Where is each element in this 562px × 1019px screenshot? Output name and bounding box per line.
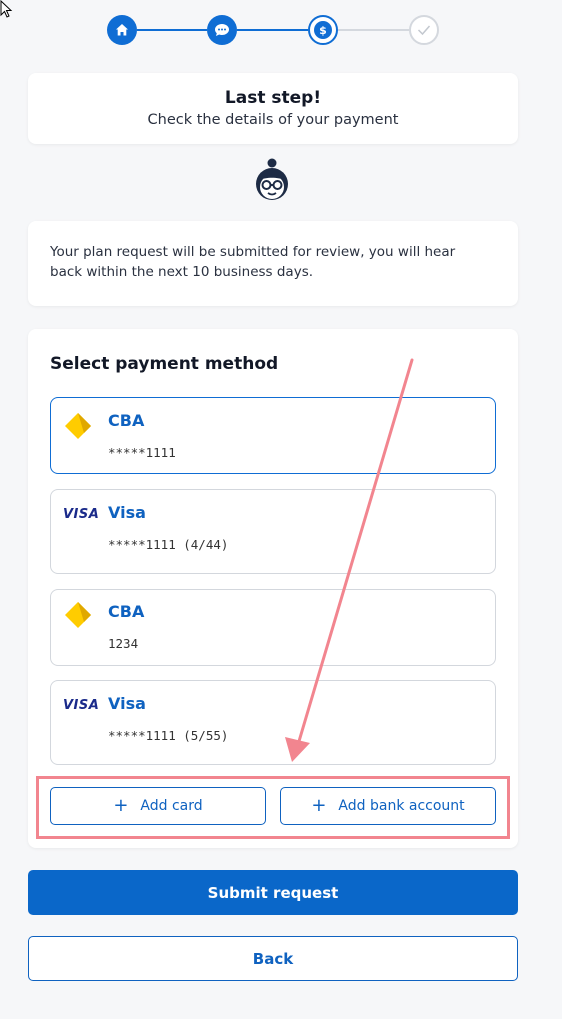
back-button[interactable]: Back xyxy=(28,936,518,981)
payment-method-number: 1234 xyxy=(108,636,139,651)
svg-text:$: $ xyxy=(319,24,327,36)
payment-method-card: Select payment method CBA *****1111 VISA… xyxy=(28,329,518,848)
payment-method-option[interactable]: CBA *****1111 xyxy=(50,397,496,474)
step-home[interactable] xyxy=(107,15,137,45)
payment-method-name: CBA xyxy=(108,411,145,430)
step-confirm xyxy=(409,15,439,45)
progress-stepper: $ xyxy=(107,15,439,47)
stepper-line xyxy=(338,29,409,31)
header-card: Last step! Check the details of your pay… xyxy=(28,73,518,144)
visa-logo-icon: VISA xyxy=(63,698,100,713)
assistant-avatar-icon xyxy=(256,158,288,200)
payment-method-number: *****1111 (5/55) xyxy=(108,728,229,743)
payment-method-name: Visa xyxy=(108,694,146,713)
home-icon xyxy=(116,24,128,36)
step-payment[interactable]: $ xyxy=(308,15,338,45)
payment-method-number: *****1111 xyxy=(108,445,176,460)
annotation-highlight-box xyxy=(36,776,510,839)
payment-method-name: Visa xyxy=(108,503,146,522)
mouse-cursor-icon xyxy=(0,0,13,18)
payment-section-title: Select payment method xyxy=(50,354,279,374)
chat-icon xyxy=(215,24,229,36)
submit-request-button[interactable]: Submit request xyxy=(28,870,518,915)
stepper-line xyxy=(237,29,308,31)
cba-logo-icon xyxy=(65,602,91,628)
review-notice-text: Your plan request will be submitted for … xyxy=(50,244,456,280)
payment-method-option[interactable]: VISA Visa *****1111 (5/55) xyxy=(50,680,496,765)
page-title: Last step! xyxy=(224,88,322,108)
visa-logo-icon: VISA xyxy=(63,507,100,522)
check-icon xyxy=(417,25,431,36)
payment-method-option[interactable]: CBA 1234 xyxy=(50,589,496,666)
payment-method-name: CBA xyxy=(108,602,145,621)
info-card: Your plan request will be submitted for … xyxy=(28,221,518,306)
stepper-line xyxy=(137,29,207,31)
step-chat[interactable] xyxy=(207,15,237,45)
dollar-icon: $ xyxy=(319,24,327,36)
cba-logo-icon xyxy=(65,413,91,439)
payment-method-option[interactable]: VISA Visa *****1111 (4/44) xyxy=(50,489,496,574)
payment-method-number: *****1111 (4/44) xyxy=(108,537,229,552)
page-subtitle: Check the details of your payment xyxy=(147,112,399,128)
